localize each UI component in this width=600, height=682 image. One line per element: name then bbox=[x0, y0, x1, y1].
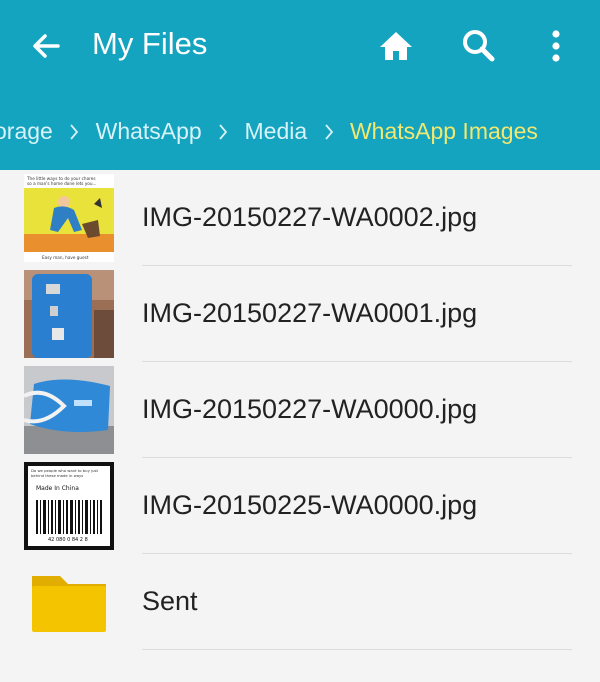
toolbar: My Files bbox=[0, 0, 600, 92]
list-item[interactable]: Do we people who want to buy just behind… bbox=[0, 458, 600, 554]
home-icon[interactable] bbox=[376, 26, 416, 66]
breadcrumb: orage WhatsApp Media WhatsApp Images bbox=[0, 107, 600, 155]
blue-device-photo-thumbnail bbox=[24, 366, 114, 454]
list-item[interactable]: The little ways to do your chores so a m… bbox=[0, 170, 600, 266]
folder-name: Sent bbox=[142, 586, 198, 616]
list-item[interactable]: IMG-20150227-WA0001.jpg bbox=[0, 266, 600, 362]
thumb-text-line: Made In China bbox=[36, 485, 79, 492]
file-name: IMG-20150227-WA0001.jpg bbox=[142, 298, 478, 328]
thumb-text-line: so a man's home done lets you... bbox=[27, 181, 97, 186]
folder-icon bbox=[24, 558, 114, 646]
breadcrumb-whatsapp[interactable]: WhatsApp bbox=[96, 118, 202, 145]
more-vert-icon[interactable] bbox=[536, 26, 576, 66]
divider bbox=[142, 649, 572, 650]
cartoon-image-thumbnail: The little ways to do your chores so a m… bbox=[24, 174, 114, 262]
powerbank-photo-thumbnail bbox=[24, 270, 114, 358]
breadcrumb-whatsapp-images[interactable]: WhatsApp Images bbox=[350, 118, 538, 145]
file-name: IMG-20150225-WA0000.jpg bbox=[142, 490, 478, 520]
thumb-text-line: Easy man, have guest bbox=[42, 255, 89, 260]
chevron-right-icon bbox=[219, 124, 228, 140]
back-arrow-icon[interactable] bbox=[28, 28, 64, 64]
chevron-right-icon bbox=[324, 124, 333, 140]
thumb-text-line: 42 080 0 84 2 8 bbox=[48, 537, 88, 543]
breadcrumb-media[interactable]: Media bbox=[245, 118, 308, 145]
file-name: IMG-20150227-WA0000.jpg bbox=[142, 394, 478, 424]
barcode-image-thumbnail: Do we people who want to buy just behind… bbox=[24, 462, 114, 550]
search-icon[interactable] bbox=[458, 26, 498, 66]
chevron-right-icon bbox=[70, 124, 79, 140]
breadcrumb-storage[interactable]: orage bbox=[0, 118, 53, 145]
list-item[interactable]: Sent bbox=[0, 554, 600, 650]
page-title: My Files bbox=[92, 26, 208, 61]
file-list: The little ways to do your chores so a m… bbox=[0, 170, 600, 650]
app-bar: My Files orage WhatsApp Media WhatsApp I… bbox=[0, 0, 600, 170]
thumb-text-line: behind these made in ways bbox=[31, 473, 83, 478]
file-name: IMG-20150227-WA0002.jpg bbox=[142, 202, 478, 232]
list-item[interactable]: IMG-20150227-WA0000.jpg bbox=[0, 362, 600, 458]
